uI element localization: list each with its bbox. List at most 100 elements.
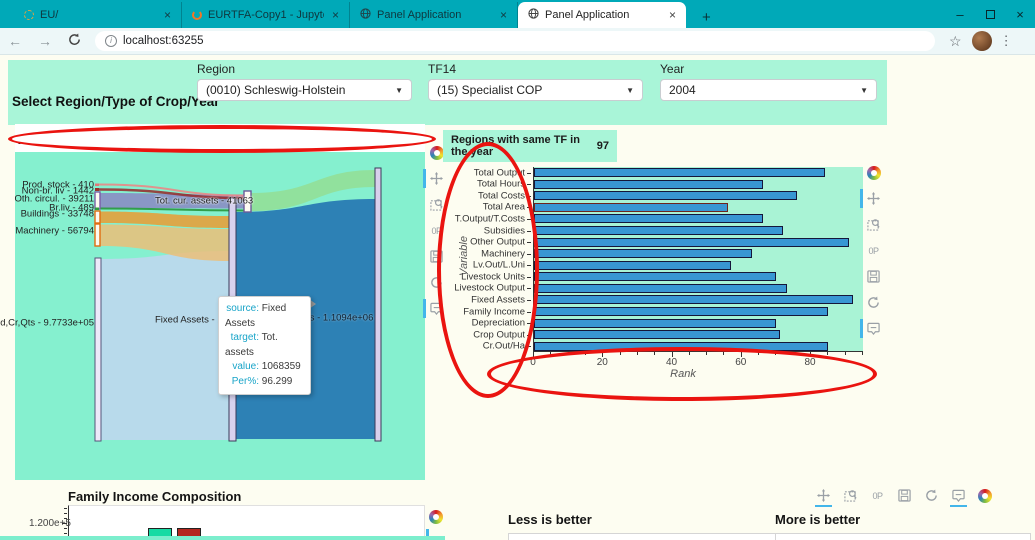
region-label: Region: [197, 62, 412, 76]
rank-category-label: Machinery: [481, 248, 525, 259]
node-oth-circul: [95, 192, 100, 209]
region-select[interactable]: (0010) Schleswig-Holstein ▼: [197, 79, 412, 101]
year-label: Year: [660, 62, 877, 76]
rank-category-label: Crop Output: [473, 329, 525, 340]
minimize-window-button[interactable]: –: [945, 7, 975, 22]
family-income-chart[interactable]: [68, 505, 425, 540]
browser-menu-icon[interactable]: ⋮: [1000, 33, 1014, 49]
rank-bar[interactable]: [534, 238, 849, 247]
restore-window-button[interactable]: [975, 7, 1005, 22]
x-minor-tick: [585, 352, 586, 355]
rank-bar[interactable]: [534, 168, 825, 177]
url-text[interactable]: localhost:63255: [123, 35, 204, 47]
year-select[interactable]: 2004 ▼: [660, 79, 877, 101]
rank-bar[interactable]: [534, 330, 780, 339]
x-minor-tick: [550, 352, 551, 355]
new-tab-button[interactable]: +: [696, 7, 717, 28]
rank-bar[interactable]: [534, 203, 728, 212]
y-tick: [527, 288, 531, 289]
tf14-select[interactable]: (15) Specialist COP ▼: [428, 79, 643, 101]
back-button[interactable]: ←: [0, 33, 30, 49]
reload-button[interactable]: [60, 33, 89, 49]
pan-tool-icon[interactable]: [866, 191, 881, 206]
tab-panel-application-1[interactable]: Panel Application ×: [350, 2, 518, 28]
zoom-tool-icon[interactable]: 0Ρ: [870, 488, 885, 503]
close-tab-icon[interactable]: ×: [667, 8, 678, 22]
y-tick: [527, 300, 531, 301]
box-zoom-tool-icon[interactable]: [843, 488, 858, 503]
y-tick: [527, 219, 531, 220]
y-tick: [527, 312, 531, 313]
more-is-better-title: More is better: [775, 512, 860, 527]
hover-tool-icon[interactable]: [951, 488, 966, 503]
rank-bar-chart[interactable]: [533, 167, 863, 352]
rank-bar[interactable]: [534, 272, 776, 281]
reset-tool-icon[interactable]: [924, 488, 939, 503]
chevron-down-icon: ▼: [626, 86, 634, 95]
y-minor-tick: [64, 518, 67, 519]
y-minor-tick: [64, 508, 67, 509]
y-major-tick: [62, 523, 67, 524]
rank-bar[interactable]: [534, 307, 828, 316]
box-zoom-tool-icon[interactable]: [866, 217, 881, 232]
tab-loading-spinner-icon: [24, 10, 34, 20]
rank-bar[interactable]: [534, 180, 763, 189]
rank-bar[interactable]: [534, 342, 828, 351]
rank-category-label: Cr.Out/Ha: [483, 341, 525, 352]
rank-bar[interactable]: [534, 191, 797, 200]
x-tick-label: 20: [597, 357, 608, 368]
pan-tool-icon[interactable]: [816, 488, 831, 503]
tab-panel-application-2-active[interactable]: Panel Application ×: [518, 2, 686, 28]
x-minor-tick: [758, 352, 759, 355]
close-window-button[interactable]: ×: [1005, 7, 1035, 22]
tab-eu[interactable]: EU/ ×: [14, 2, 182, 28]
y-tick: [527, 173, 531, 174]
rank-bar[interactable]: [534, 319, 776, 328]
page-info-icon[interactable]: i: [105, 35, 117, 47]
tab-title: EU/: [40, 9, 156, 21]
tf14-field: TF14 (15) Specialist COP ▼: [428, 62, 643, 101]
close-tab-icon[interactable]: ×: [162, 8, 173, 22]
flow-brliv-to-curassets: [99, 209, 244, 211]
bokeh-logo-icon[interactable]: [429, 510, 443, 524]
profile-avatar[interactable]: [972, 31, 992, 51]
save-tool-icon[interactable]: [866, 269, 881, 284]
rank-bar[interactable]: [534, 261, 731, 270]
reset-tool-icon[interactable]: [866, 295, 881, 310]
rank-category-label: Fixed Assets: [471, 294, 525, 305]
rank-bar[interactable]: [534, 284, 787, 293]
rank-bar[interactable]: [534, 249, 752, 258]
rank-bar[interactable]: [534, 214, 763, 223]
close-tab-icon[interactable]: ×: [498, 8, 509, 22]
assets-title-band: [15, 124, 425, 152]
sankey-mid-node-label: Tot. cur. assets - 41063: [155, 196, 253, 207]
x-minor-tick: [862, 352, 863, 355]
bokeh-logo-icon[interactable]: [978, 489, 992, 503]
more-is-better-chart[interactable]: [775, 533, 1031, 540]
hover-tool-icon[interactable]: [866, 321, 881, 336]
save-tool-icon[interactable]: [897, 488, 912, 503]
region-field: Region (0010) Schleswig-Holstein ▼: [197, 62, 412, 101]
bokeh-logo-icon[interactable]: [867, 166, 881, 180]
zoom-tool-icon[interactable]: 0Ρ: [866, 243, 881, 258]
close-tab-icon[interactable]: ×: [330, 8, 341, 22]
x-tick-label: 60: [735, 357, 746, 368]
rank-bar[interactable]: [534, 226, 783, 235]
regions-badge-label: Regions with same TF in the year: [451, 134, 587, 158]
rank-bar[interactable]: [534, 295, 853, 304]
y-tick: [527, 231, 531, 232]
tab-jupyter[interactable]: EURTFA-Copy1 - Jupyter Notebo ×: [182, 2, 350, 28]
y-tick: [527, 254, 531, 255]
chevron-down-icon: ▼: [860, 86, 868, 95]
sankey-left-node-label: Buildings - 33748: [21, 209, 94, 220]
less-is-better-chart[interactable]: [508, 533, 786, 540]
address-bar[interactable]: i localhost:63255: [95, 31, 935, 51]
tooltip-field-value: 1068359: [262, 361, 301, 372]
tooltip-field-label: source:: [225, 302, 259, 317]
forward-button[interactable]: →: [30, 33, 60, 49]
globe-icon: [360, 8, 371, 22]
bokeh-logo-icon[interactable]: [430, 146, 444, 160]
bookmark-star-icon[interactable]: ☆: [949, 33, 962, 50]
rank-category-label: Lv.Out/L.Uni: [473, 260, 525, 271]
browser-window: EU/ × EURTFA-Copy1 - Jupyter Notebo × Pa…: [0, 0, 1035, 540]
